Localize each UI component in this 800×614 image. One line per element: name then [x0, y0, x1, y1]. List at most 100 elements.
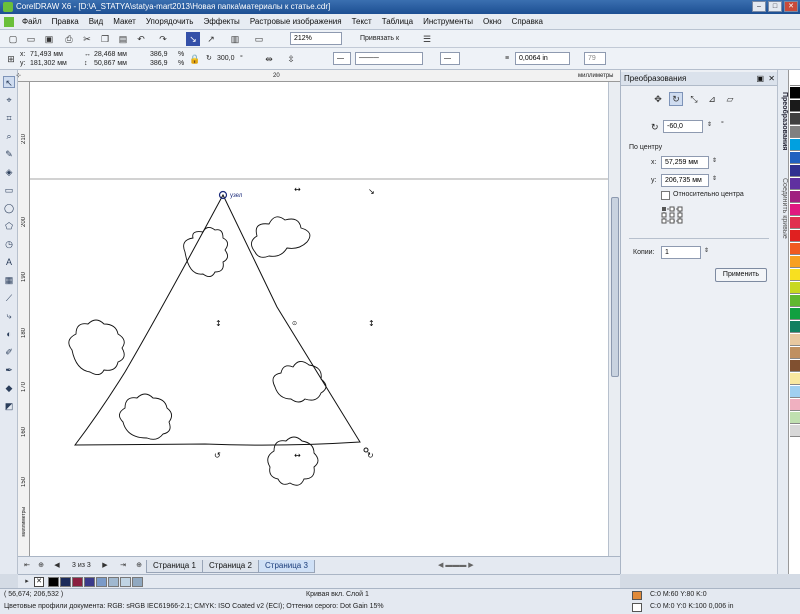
- minimize-button[interactable]: –: [752, 1, 766, 12]
- menu-bitmaps[interactable]: Растровые изображения: [245, 14, 347, 30]
- cut-icon[interactable]: ✂: [80, 32, 94, 46]
- palette-swatch[interactable]: [790, 347, 800, 359]
- height-field[interactable]: 50,867 мм: [94, 59, 127, 69]
- open-icon[interactable]: ▭: [24, 32, 38, 46]
- palette-swatch[interactable]: [790, 360, 800, 372]
- lock-ratio-icon[interactable]: 🔒: [188, 52, 202, 66]
- paste-icon[interactable]: ▤: [116, 32, 130, 46]
- docker-close-icon[interactable]: ✕: [768, 72, 775, 86]
- redo-icon[interactable]: ↷: [156, 32, 170, 46]
- copies-field[interactable]: 1: [661, 246, 701, 259]
- menu-layout[interactable]: Макет: [108, 14, 141, 30]
- palette-swatch[interactable]: [790, 230, 800, 242]
- document-swatch[interactable]: [96, 577, 107, 587]
- fill-tool-icon[interactable]: ◆: [3, 382, 15, 394]
- size-mode-icon[interactable]: ⊿: [705, 92, 719, 106]
- prev-page-icon[interactable]: ◀: [50, 559, 64, 573]
- tab-page-2[interactable]: Страница 2: [202, 560, 259, 573]
- palette-swatch[interactable]: [790, 139, 800, 151]
- options-icon[interactable]: ☰: [420, 32, 434, 46]
- center-x-spinner[interactable]: ⇕: [712, 156, 717, 166]
- interactive-effects-icon[interactable]: ◐: [3, 328, 15, 340]
- vertical-scrollbar[interactable]: [608, 82, 620, 556]
- palette-swatch[interactable]: [790, 204, 800, 216]
- palette-swatch[interactable]: [790, 74, 800, 86]
- drawing-artwork[interactable]: ↔ ↘ ↕ ↕ ↺ ↔ ↻ ⊙: [30, 82, 608, 556]
- document-swatch[interactable]: [60, 577, 71, 587]
- new-document-icon[interactable]: ▢: [6, 32, 20, 46]
- palette-swatch[interactable]: [790, 178, 800, 190]
- pick-tool-icon[interactable]: ↖: [3, 76, 15, 88]
- ruler-origin-icon[interactable]: ⊹: [16, 71, 21, 81]
- palette-swatch[interactable]: [790, 113, 800, 125]
- basic-shapes-icon[interactable]: ◷: [3, 238, 15, 250]
- outline-width-field[interactable]: 0,0064 in: [515, 52, 570, 65]
- tab-page-3[interactable]: Страница 3: [258, 560, 315, 573]
- mirror-horizontal-icon[interactable]: ⇹: [262, 52, 276, 66]
- position-mode-icon[interactable]: ✥: [651, 92, 665, 106]
- drawing-canvas[interactable]: ↔ ↘ ↕ ↕ ↺ ↔ ↻ ⊙ узел: [30, 82, 608, 556]
- start-arrow-select[interactable]: —: [333, 52, 351, 65]
- palette-swatch[interactable]: [790, 412, 800, 424]
- shape-tool-icon[interactable]: ⌖: [3, 94, 15, 106]
- menu-effects[interactable]: Эффекты: [198, 14, 244, 30]
- outline-color-swatch[interactable]: [632, 603, 642, 612]
- angle-field[interactable]: 300,0: [217, 54, 235, 64]
- scale-y-field[interactable]: 386,9: [150, 59, 168, 69]
- palette-swatch[interactable]: [790, 126, 800, 138]
- palette-swatch[interactable]: [790, 321, 800, 333]
- palette-swatch[interactable]: [790, 191, 800, 203]
- zoom-tool-icon[interactable]: ⌕: [3, 130, 15, 142]
- y-position-field[interactable]: 181,302 мм: [30, 59, 67, 69]
- interactive-fill-icon[interactable]: ◩: [3, 400, 15, 412]
- app-launcher-icon[interactable]: ▭: [252, 32, 266, 46]
- table-tool-icon[interactable]: ▦: [3, 274, 15, 286]
- scroll-thumb[interactable]: [611, 197, 619, 377]
- palette-swatch[interactable]: [790, 256, 800, 268]
- add-page-icon[interactable]: ⊕: [34, 559, 48, 573]
- document-swatch[interactable]: [132, 577, 143, 587]
- undo-icon[interactable]: ↶: [134, 32, 148, 46]
- menu-view[interactable]: Вид: [84, 14, 108, 30]
- eyedropper-icon[interactable]: ✐: [3, 346, 15, 358]
- tab-page-1[interactable]: Страница 1: [146, 560, 203, 573]
- crop-tool-icon[interactable]: ⌗: [3, 112, 15, 124]
- zoom-level-select[interactable]: 212%: [290, 32, 342, 45]
- copies-spinner[interactable]: ⇕: [704, 246, 709, 256]
- add-page-end-icon[interactable]: ⊕: [132, 559, 146, 573]
- document-swatch[interactable]: [108, 577, 119, 587]
- node-count-field[interactable]: 79: [584, 52, 606, 65]
- palette-swatch[interactable]: [790, 87, 800, 99]
- palette-swatch[interactable]: [790, 269, 800, 281]
- docker-minimize-icon[interactable]: ▣: [756, 72, 764, 86]
- menu-arrange[interactable]: Упорядочить: [141, 14, 199, 30]
- dimension-tool-icon[interactable]: ⟋: [3, 292, 15, 304]
- document-swatch[interactable]: [84, 577, 95, 587]
- menu-file[interactable]: Файл: [17, 14, 47, 30]
- rectangle-tool-icon[interactable]: ▭: [3, 184, 15, 196]
- tab-transformations[interactable]: Преобразования: [779, 92, 788, 150]
- angle-field[interactable]: -60,0: [663, 120, 703, 133]
- angle-spinner[interactable]: ⇕: [707, 120, 712, 130]
- no-color-swatch[interactable]: ✕: [34, 577, 44, 587]
- rotate-mode-icon[interactable]: ↻: [669, 92, 683, 106]
- relative-center-checkbox[interactable]: [661, 191, 670, 200]
- center-y-field[interactable]: 206,735 мм: [661, 174, 709, 187]
- palette-swatch[interactable]: [790, 217, 800, 229]
- freehand-tool-icon[interactable]: ✎: [3, 148, 15, 160]
- palette-swatch[interactable]: [790, 243, 800, 255]
- snap-to-dropdown[interactable]: Привязать к: [360, 34, 399, 44]
- end-arrow-select[interactable]: —: [440, 52, 460, 65]
- align-grid-icon[interactable]: ⊞: [4, 52, 18, 66]
- palette-swatch[interactable]: [790, 165, 800, 177]
- palette-swatch[interactable]: [790, 399, 800, 411]
- document-swatch[interactable]: [48, 577, 59, 587]
- palette-swatch[interactable]: [790, 282, 800, 294]
- menu-text[interactable]: Текст: [347, 14, 377, 30]
- center-y-spinner[interactable]: ⇕: [712, 174, 717, 184]
- import-icon[interactable]: ↘: [186, 32, 200, 46]
- center-x-field[interactable]: 57,259 мм: [661, 156, 709, 169]
- palette-swatch[interactable]: [790, 295, 800, 307]
- apply-button[interactable]: Применить: [715, 268, 767, 282]
- palette-swatch[interactable]: [790, 425, 800, 437]
